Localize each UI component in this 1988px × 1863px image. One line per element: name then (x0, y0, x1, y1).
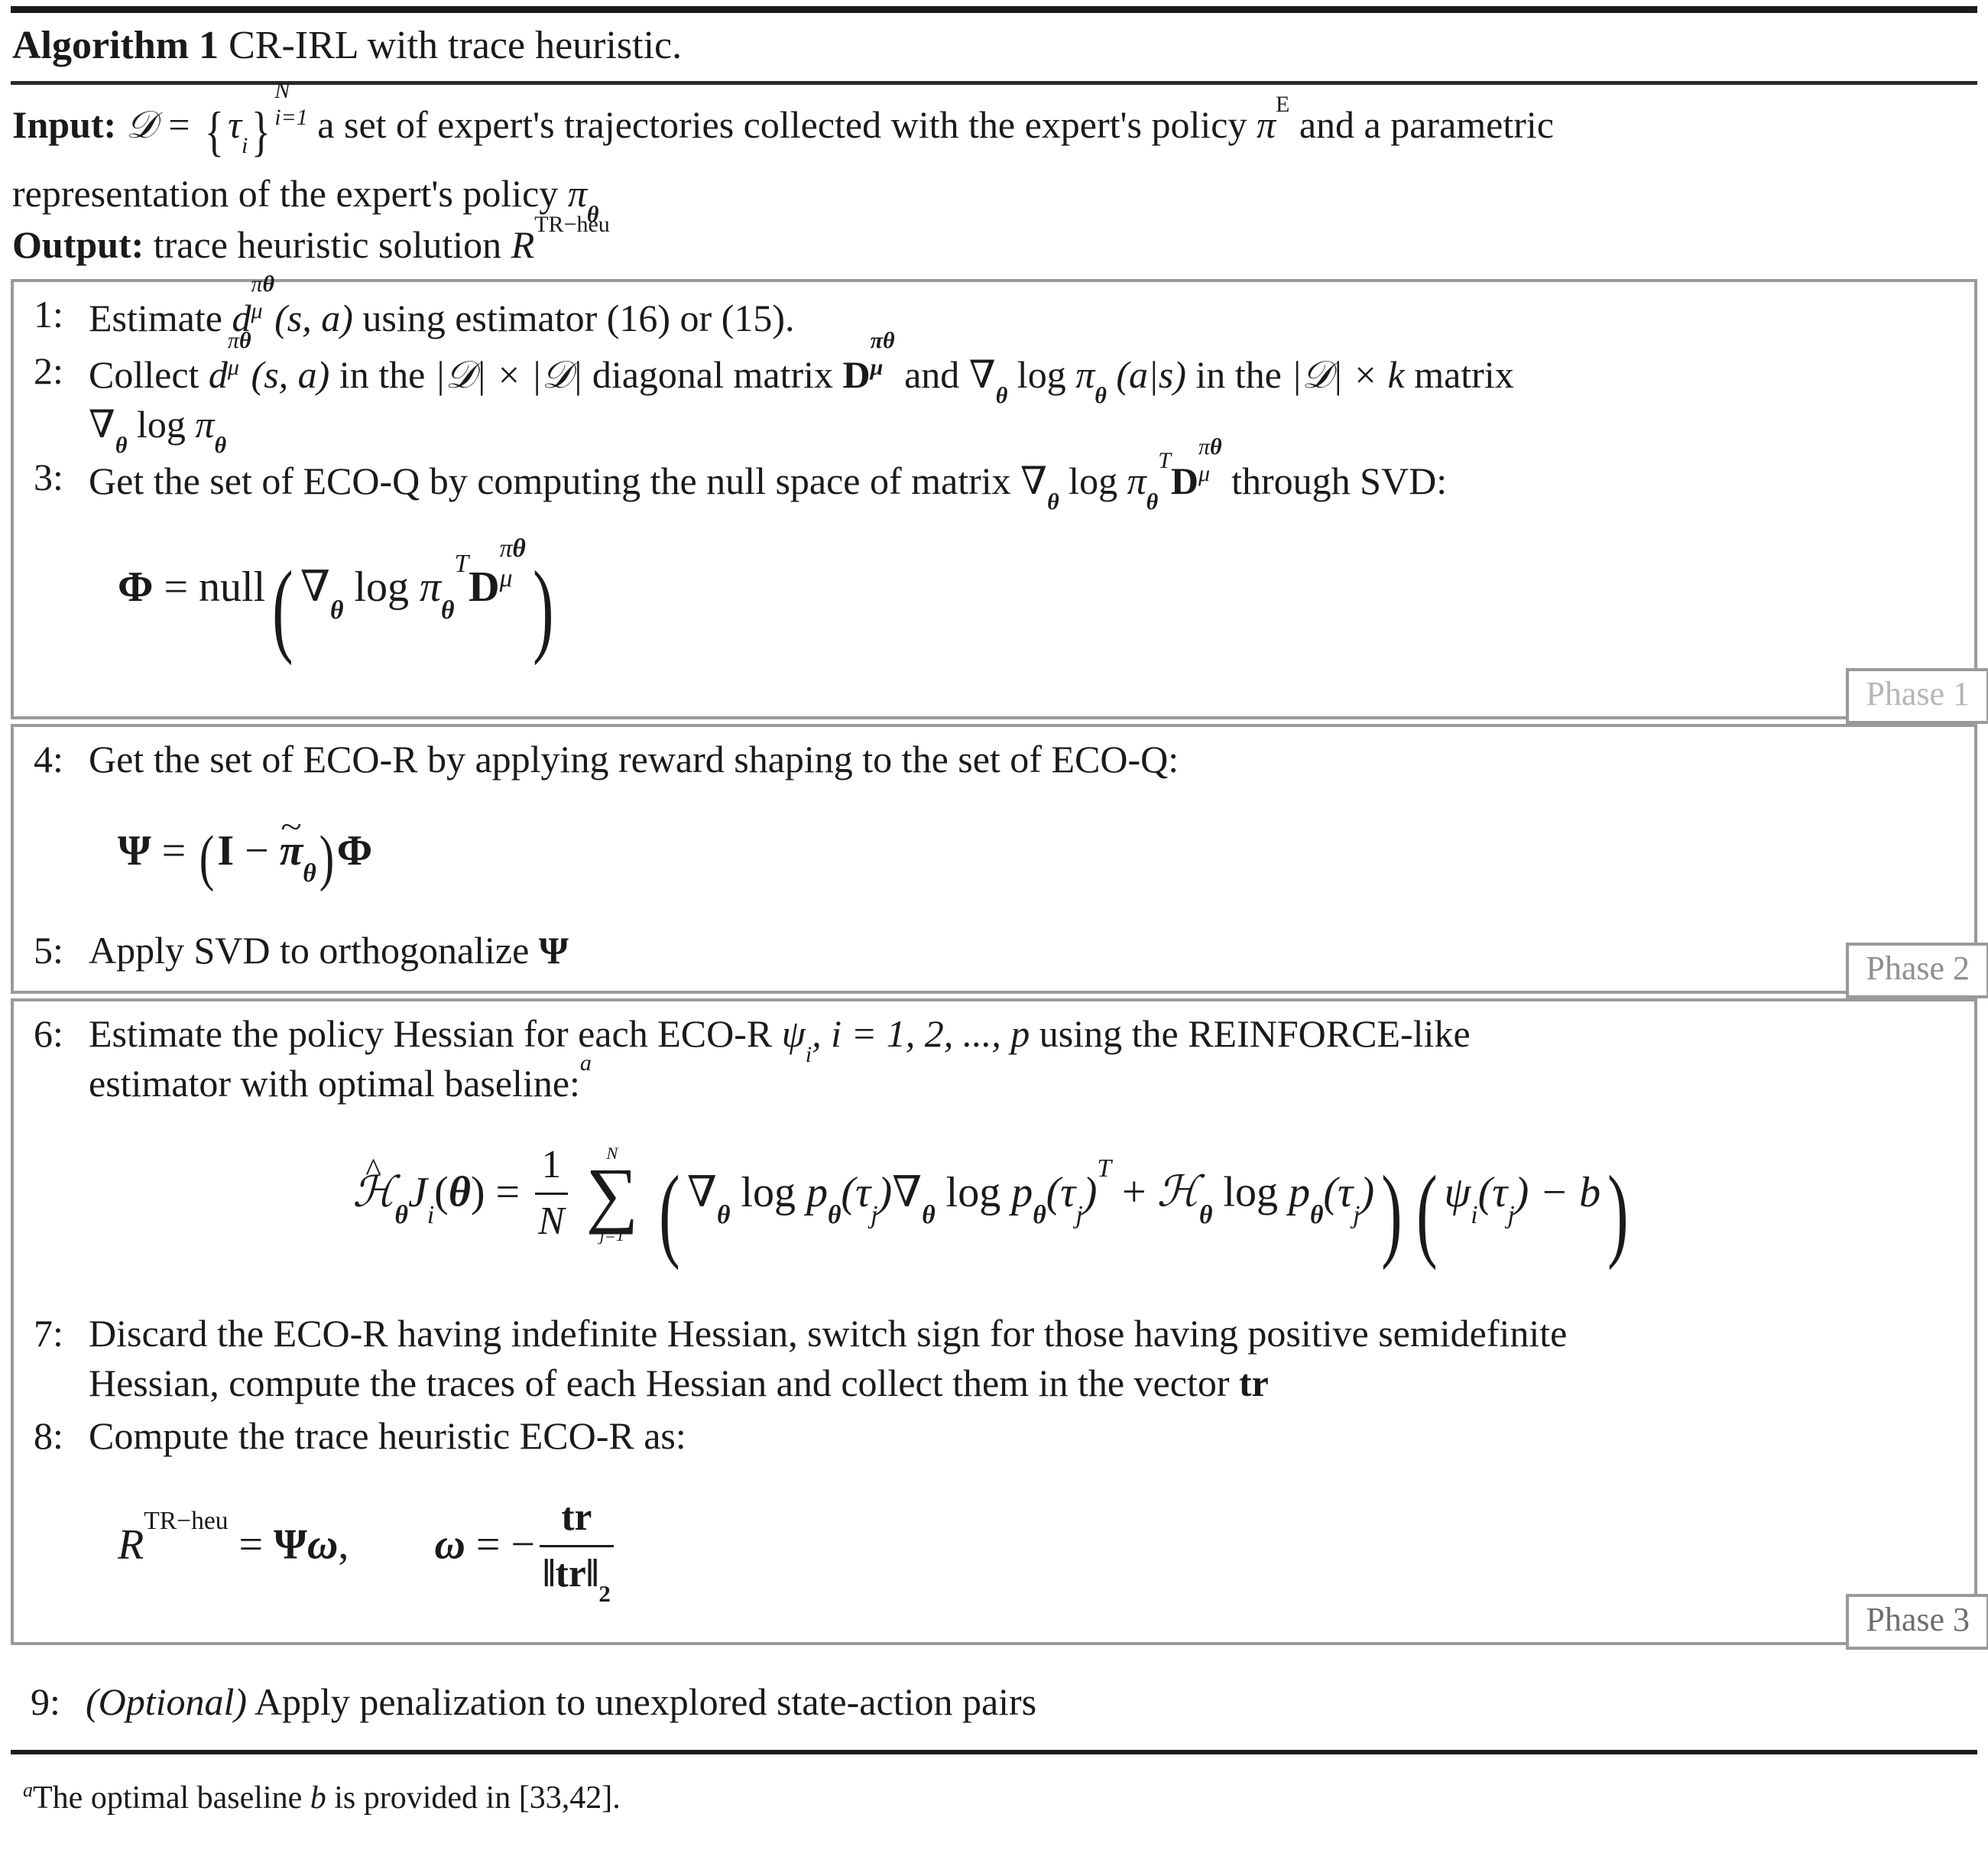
input-text-part2: and a parametric (1299, 103, 1554, 147)
equation-trace-heuristic: RTR−heu = Ψω, ω = − tr ‖tr‖2 (34, 1464, 1954, 1630)
footnote-text-pre: The optimal baseline (33, 1780, 303, 1816)
output-math-reward: RTR−heu (511, 212, 610, 267)
step-5-math-psi: Ψ (538, 929, 569, 972)
phase-1-box: 1: Estimate d πθ μ (s, a) using estimator (… (11, 273, 1988, 724)
step-2-text-a: Collect (89, 353, 199, 397)
step-8-number: 8: (34, 1413, 63, 1457)
step-8-text: Compute the trace heuristic ECO-R as: (89, 1413, 686, 1457)
step-6: 6: Estimate the policy Hessian for each … (34, 1009, 1954, 1108)
step-5: 5: Apply SVD to orthogonalize Ψ (34, 926, 1954, 975)
footnote: aThe optimal baseline b is provided in [… (11, 1754, 1977, 1819)
step-6-footnote-marker: a (579, 1050, 592, 1076)
step-2-text-f: matrix (1414, 353, 1514, 397)
footnote-marker: a (23, 1778, 34, 1801)
input-math-expert-policy: πE (1256, 91, 1290, 147)
input-line: Input: 𝒟 = {τi} Ni=1 a set of expert's tr… (12, 77, 1976, 167)
step-9-body: (Optional) Apply penalization to unexplo… (86, 1677, 1957, 1727)
step-7-number: 7: (34, 1311, 63, 1355)
phase-1-tag: Phase 1 (1846, 667, 1988, 724)
step-9-number: 9: (31, 1680, 60, 1723)
output-label: Output: (12, 223, 144, 267)
step-2-text-d: and (904, 353, 960, 397)
top-rule (11, 6, 1977, 13)
algorithm-label: Algorithm 1 (12, 24, 219, 67)
step-9-optional-marker: (Optional) (86, 1680, 248, 1723)
input-math-param-policy: πθ (567, 172, 599, 228)
step-3: 3: Get the set of ECO-Q by computing the… (34, 434, 1954, 515)
footnote-text-post: is provided in [33,42]. (334, 1780, 621, 1816)
step-2-math-D: Dπθ μ (842, 328, 895, 397)
algorithm-title: Algorithm 1 CR-IRL with trace heuristic. (11, 13, 1977, 81)
step-6-cont: estimator with optimal baseline:a (89, 1052, 1954, 1108)
step-7-body: Discard the ECO-R having indefinite Hess… (89, 1309, 1954, 1408)
input-line-2: representation of the expert's policy πθ (12, 169, 1976, 228)
io-block: Input: 𝒟 = {τi} Ni=1 a set of expert's tr… (11, 77, 1977, 279)
equation-phi-null: Φ = null(∇θ log πθTD πθ μ) (118, 534, 554, 667)
step-2-text-e: in the (1195, 353, 1282, 397)
phase-1-steps: 1: Estimate d πθ μ (s, a) using estimator (… (14, 273, 1974, 716)
step-6-math-psi-index: ψi, i = 1, 2, ..., p (781, 1012, 1030, 1068)
step-7-text-a: Discard the ECO-R having indefinite Hess… (89, 1311, 1568, 1355)
step-2-text-c: diagonal matrix (592, 353, 834, 397)
step-1-text-b: using estimator (16) or (15). (362, 297, 795, 340)
equation-hessian-estimator: ^ ℋθJi(θ) = 1N N ∑ j=1 (∇θ log pθ(τj)∇θ log… (352, 1143, 1629, 1271)
input-text-line2: representation of the expert's policy (12, 172, 559, 216)
step-5-number: 5: (34, 929, 63, 972)
step-2-body: Collect d πθ μ (s, a) in the |𝒟| × |𝒟| diag… (89, 328, 1954, 459)
step-9-text: Apply penalization to unexplored state-a… (254, 1680, 1037, 1723)
step-6-body: Estimate the policy Hessian for each ECO… (89, 1009, 1954, 1108)
footnote-symbol: b (310, 1780, 326, 1816)
step-5-body: Apply SVD to orthogonalize Ψ (89, 926, 1954, 975)
step-7: 7: Discard the ECO-R having indefinite H… (34, 1309, 1954, 1408)
step-2-math-dims2: |𝒟| × k (1291, 353, 1405, 397)
input-text-part1: a set of expert's trajectories collected… (317, 103, 1247, 147)
step-6-text-a: Estimate the policy Hessian for each ECO… (89, 1012, 773, 1056)
phase-2-tag: Phase 2 (1846, 943, 1988, 999)
step-2-math-dims1: |𝒟| × |𝒟| (434, 353, 583, 397)
step-2-number: 2: (34, 349, 63, 393)
step-1-body: Estimate d πθ μ (s, a) using estimator (16)… (89, 273, 1954, 343)
step-3-text-b: through SVD: (1231, 459, 1448, 503)
step-8: 8: Compute the trace heuristic ECO-R as: (34, 1411, 1954, 1461)
phase-2-steps: 4: Get the set of ECO-R by applying rewa… (14, 727, 1974, 992)
step-3-body: Get the set of ECO-Q by computing the nu… (89, 434, 1954, 515)
step-6-text-c: estimator with optimal baseline: (89, 1062, 580, 1105)
equation-psi-shaping: Ψ = (I − ~ πθ)Φ (118, 809, 373, 892)
step-7-math-tr: tr (1238, 1361, 1269, 1404)
step-2-math-d: d πθ μ (s, a) (208, 328, 330, 397)
step-5-text: Apply SVD to orthogonalize (89, 929, 530, 972)
step-1-text-a: Estimate (89, 297, 222, 340)
phase-3-tag: Phase 3 (1846, 1593, 1988, 1650)
phase-2-box: 4: Get the set of ECO-R by applying rewa… (11, 723, 1988, 999)
algorithm-title-text: CR-IRL with trace heuristic. (229, 24, 683, 67)
step-3-math-matrix: ∇θ log πθTD πθ μ (1020, 434, 1222, 515)
step-1: 1: Estimate d πθ μ (s, a) using estimator (… (34, 273, 1954, 343)
step-4-number: 4: (34, 737, 63, 781)
step-2: 2: Collect d πθ μ (s, a) in the |𝒟| × |𝒟| d… (34, 328, 1954, 459)
step-1-number: 1: (34, 293, 63, 336)
input-label: Input: (12, 103, 117, 147)
step-3-text-a: Get the set of ECO-Q by computing the nu… (89, 459, 1011, 503)
output-line: Output: trace heuristic solution RTR−heu (12, 212, 1976, 270)
step-2-math-grad: ∇θ log πθ (a|s) (968, 353, 1186, 409)
step-4: 4: Get the set of ECO-R by applying rewa… (34, 735, 1954, 784)
step-7-cont: Hessian, compute the traces of each Hess… (89, 1358, 1954, 1408)
step-6-number: 6: (34, 1012, 63, 1056)
step-9: 9: (Optional) Apply penalization to unex… (11, 1651, 1977, 1750)
phase-3-steps: 6: Estimate the policy Hessian for each … (14, 1001, 1974, 1642)
algorithm-figure: Algorithm 1 CR-IRL with trace heuristic.… (0, 6, 1988, 1863)
step-2-text-b: in the (339, 353, 426, 397)
step-4-text: Get the set of ECO-R by applying reward … (89, 737, 1179, 781)
step-6-text-b: using the REINFORCE-like (1039, 1012, 1471, 1056)
phase-3-box: 6: Estimate the policy Hessian for each … (11, 998, 1988, 1650)
step-2-math-cont: ∇θ log πθ (89, 403, 227, 459)
input-math-dataset: 𝒟 = {τi} Ni=1 (125, 77, 308, 162)
step-7-text-b: Hessian, compute the traces of each Hess… (89, 1361, 1230, 1404)
step-3-number: 3: (34, 456, 63, 499)
output-text: trace heuristic solution (153, 223, 502, 267)
